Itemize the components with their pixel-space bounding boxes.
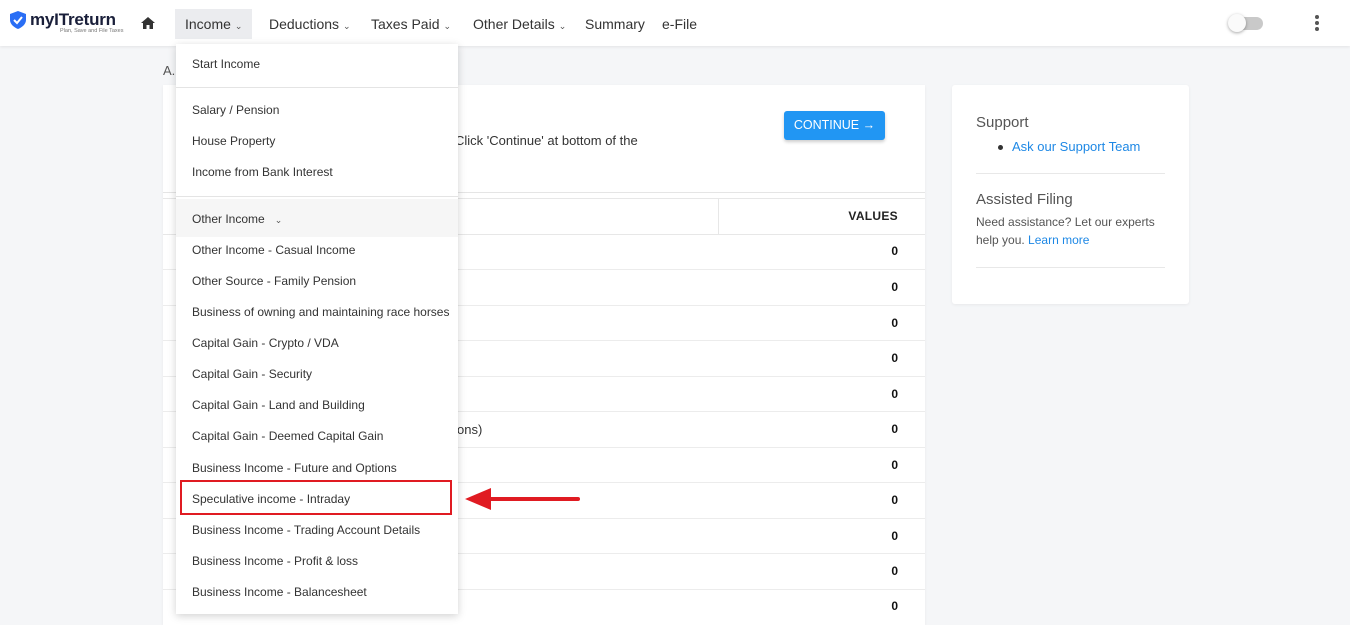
menu-item-deemed-capital-gain[interactable]: Capital Gain - Deemed Capital Gain — [192, 429, 383, 443]
bullet-icon — [998, 145, 1003, 150]
nav-efile[interactable]: e-File — [652, 9, 707, 39]
brand-logo[interactable]: myITreturn Plan, Save and File Taxes — [10, 11, 124, 35]
nav-efile-label: e-File — [662, 16, 698, 32]
continue-label: CONTINUE — [793, 118, 860, 132]
nav-summary-label: Summary — [585, 16, 645, 32]
column-separator — [718, 198, 719, 234]
table-cell-value: 0 — [891, 529, 898, 543]
menu-item-land-building[interactable]: Capital Gain - Land and Building — [192, 398, 365, 412]
chevron-down-icon: ⌄ — [274, 215, 283, 225]
assisted-filing-title: Assisted Filing — [976, 191, 1073, 208]
menu-divider — [176, 196, 458, 197]
table-cell-value: 0 — [891, 387, 898, 401]
menu-item-balancesheet[interactable]: Business Income - Balancesheet — [192, 585, 367, 599]
chevron-down-icon: ⌄ — [558, 21, 567, 31]
menu-item-casual-income[interactable]: Other Income - Casual Income — [192, 243, 355, 257]
theme-toggle[interactable] — [1228, 14, 1263, 32]
menu-item-race-horses[interactable]: Business of owning and maintaining race … — [192, 305, 449, 319]
brand-tagline: Plan, Save and File Taxes — [60, 28, 124, 34]
table-cell-value: 0 — [891, 564, 898, 578]
learn-more-link[interactable]: Learn more — [1028, 233, 1089, 247]
menu-divider — [176, 87, 458, 88]
menu-item-bank-interest[interactable]: Income from Bank Interest — [192, 165, 333, 179]
nav-income-label: Income — [185, 16, 231, 32]
more-options-icon[interactable] — [1312, 14, 1322, 34]
assisted-filing-text: Need assistance? Let our experts help yo… — [976, 214, 1166, 249]
table-cell-value: 0 — [891, 458, 898, 472]
menu-item-trading-account[interactable]: Business Income - Trading Account Detail… — [192, 523, 420, 537]
support-team-link[interactable]: Ask our Support Team — [1012, 139, 1140, 154]
menu-item-salary-pension[interactable]: Salary / Pension — [192, 103, 279, 117]
table-cell-value: 0 — [891, 351, 898, 365]
nav-taxes-paid-label: Taxes Paid — [371, 16, 440, 32]
shield-check-icon — [10, 11, 26, 29]
instruction-text: Click 'Continue' at bottom of the — [455, 133, 638, 148]
nav-income[interactable]: Income ⌄ — [175, 9, 253, 39]
other-income-label: Other Income — [192, 212, 265, 226]
continue-button[interactable]: CONTINUE → — [784, 111, 885, 140]
highlight-box — [180, 480, 452, 515]
table-cell-value: 0 — [891, 422, 898, 436]
menu-item-future-options[interactable]: Business Income - Future and Options — [192, 461, 397, 475]
page-breadcrumb: A. — [163, 63, 176, 78]
nav-deductions[interactable]: Deductions ⌄ — [259, 9, 361, 39]
menu-submenu-other-income[interactable]: Other Income ⌄ — [176, 199, 458, 237]
chevron-down-icon: ⌄ — [343, 21, 351, 31]
toggle-knob — [1228, 14, 1246, 32]
top-navbar: myITreturn Plan, Save and File Taxes Inc… — [0, 0, 1350, 46]
chevron-down-icon: ⌄ — [443, 21, 452, 31]
income-dropdown-menu: Start Income Salary / Pension House Prop… — [176, 44, 458, 614]
nav-other-details[interactable]: Other Details ⌄ — [463, 9, 576, 39]
nav-deductions-label: Deductions — [269, 16, 340, 32]
menu-item-house-property[interactable]: House Property — [192, 134, 275, 148]
menu-item-capital-gain-security[interactable]: Capital Gain - Security — [192, 367, 312, 381]
table-cell-value: 0 — [891, 599, 898, 613]
values-header: VALUES — [848, 209, 898, 223]
table-cell-value: 0 — [891, 244, 898, 258]
table-cell-value: 0 — [891, 493, 898, 507]
divider — [976, 173, 1165, 174]
menu-item-profit-loss[interactable]: Business Income - Profit & loss — [192, 554, 358, 568]
brand-name: myITreturn — [30, 10, 116, 29]
arrow-right-icon: → — [862, 118, 876, 132]
arrow-left-icon — [465, 488, 580, 510]
table-cell-value: 0 — [891, 280, 898, 294]
table-row-label: ons) — [457, 422, 483, 437]
menu-item-family-pension[interactable]: Other Source - Family Pension — [192, 274, 356, 288]
home-icon[interactable] — [140, 15, 156, 31]
chevron-down-icon: ⌄ — [234, 21, 243, 31]
table-cell-value: 0 — [891, 316, 898, 330]
menu-item-crypto-vda[interactable]: Capital Gain - Crypto / VDA — [192, 336, 339, 350]
nav-other-details-label: Other Details — [473, 16, 555, 32]
menu-item-other-income: Other Income ⌄ — [192, 212, 282, 226]
nav-taxes-paid[interactable]: Taxes Paid ⌄ — [361, 9, 461, 39]
support-title: Support — [976, 114, 1029, 131]
menu-item-start-income[interactable]: Start Income — [192, 57, 260, 71]
nav-summary[interactable]: Summary — [575, 9, 655, 39]
divider — [976, 267, 1165, 268]
